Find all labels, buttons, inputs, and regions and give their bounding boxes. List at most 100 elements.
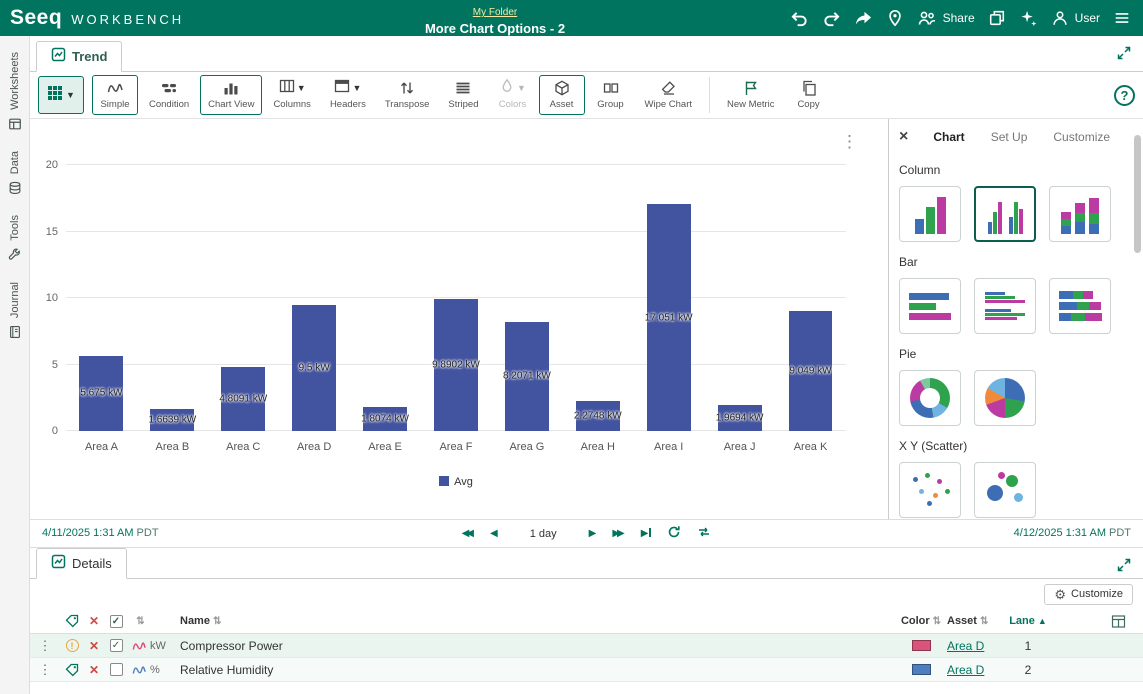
pan-back-far-icon[interactable]: ◀◀ (462, 529, 474, 539)
columns-button[interactable]: ▼ Columns (265, 75, 319, 115)
name-column-header[interactable]: Name (180, 615, 210, 627)
sort-icon[interactable]: ⇅ (213, 616, 221, 627)
range-end[interactable]: 4/12/2025 1:31 AMPDT (1014, 527, 1131, 539)
item-name[interactable]: Compressor Power (180, 639, 895, 653)
column-chart-thumb-2[interactable] (974, 186, 1036, 242)
share-label[interactable]: Share (943, 11, 975, 25)
table-row[interactable]: ⋮ ! ✕ ✓ kW Compressor Power Area D 1 (30, 634, 1143, 658)
bar-chart-thumb-3[interactable] (1049, 278, 1111, 334)
color-column-header[interactable]: Color⇅ (895, 615, 947, 627)
donut-chart-thumb[interactable] (899, 370, 961, 426)
color-swatch[interactable] (912, 664, 931, 675)
table-row[interactable]: ⋮ ✕ % Relative Humidity Area D 2 (30, 658, 1143, 682)
expand-details-icon[interactable] (1117, 558, 1131, 577)
sidebar-item-journal[interactable]: Journal (8, 282, 22, 344)
asset-button[interactable]: Asset (539, 75, 585, 115)
windows-icon[interactable] (988, 9, 1006, 27)
bar-area-j[interactable]: 1.9694 kW (718, 405, 762, 431)
pan-forward-icon[interactable]: ▶ (589, 529, 597, 539)
scatter-chart-thumb-1[interactable] (899, 462, 961, 518)
sidebar-item-data[interactable]: Data (8, 151, 22, 200)
sidebar-item-tools[interactable]: Tools (8, 215, 22, 267)
wipe-chart-button[interactable]: Wipe Chart (637, 75, 701, 115)
group-button[interactable]: Group (588, 75, 634, 115)
sparkle-icon[interactable] (1019, 9, 1038, 28)
bar-area-g[interactable]: 8.2071 kW (505, 322, 549, 431)
redo-icon[interactable] (822, 9, 841, 28)
tab-chart[interactable]: Chart (920, 125, 977, 149)
asset-column-header[interactable]: Asset⇅ (947, 615, 1003, 627)
bar-area-i[interactable]: 17.051 kW (647, 204, 691, 431)
new-metric-button[interactable]: New Metric (719, 75, 783, 115)
row-checkbox[interactable]: ✓ (110, 639, 123, 652)
lane-column-header[interactable]: Lane▲ (1003, 615, 1053, 627)
bar-chart-thumb-1[interactable] (899, 278, 961, 334)
pan-forward-far-icon[interactable]: ▶▶ (612, 529, 624, 539)
bar-area-b[interactable]: 1.6639 kW (150, 409, 194, 431)
condition-button[interactable]: Condition (141, 75, 197, 115)
colors-button[interactable]: ▼ Colors (490, 75, 536, 115)
sort-icon[interactable]: ⇅ (136, 616, 144, 627)
row-menu-icon[interactable]: ⋮ (30, 662, 60, 678)
bar-area-a[interactable]: 5.675 kW (79, 356, 123, 431)
tag-icon[interactable] (60, 614, 84, 628)
striped-button[interactable]: Striped (440, 75, 486, 115)
pan-back-icon[interactable]: ◀ (490, 529, 498, 539)
hamburger-menu-icon[interactable] (1113, 9, 1131, 27)
auto-update-icon[interactable] (697, 525, 711, 542)
asset-link[interactable]: Area D (947, 639, 984, 653)
skip-to-now-icon[interactable]: ▶ (641, 528, 652, 539)
pie-chart-thumb[interactable] (974, 370, 1036, 426)
bar-area-k[interactable]: 9.049 kW (789, 311, 833, 431)
bubble-chart-thumb[interactable] (974, 462, 1036, 518)
chart-legend[interactable]: Avg (66, 476, 846, 488)
breadcrumb[interactable]: My Folder (473, 7, 517, 18)
bar-area-d[interactable]: 9.5 kW (292, 305, 336, 431)
tab-customize[interactable]: Customize (1040, 125, 1123, 149)
row-menu-icon[interactable]: ⋮ (30, 638, 60, 654)
range-start[interactable]: 4/11/2025 1:31 AMPDT (42, 527, 159, 539)
color-swatch[interactable] (912, 640, 931, 651)
user-label[interactable]: User (1075, 11, 1100, 25)
copy-button[interactable]: Copy (786, 75, 832, 115)
column-chart-thumb-1[interactable] (899, 186, 961, 242)
remove-all-icon[interactable]: ✕ (84, 614, 104, 628)
bar-area-f[interactable]: 9.8902 kW (434, 299, 478, 431)
tab-set-up[interactable]: Set Up (978, 125, 1041, 149)
panel-scrollbar[interactable] (1134, 135, 1141, 253)
help-icon[interactable]: ? (1114, 85, 1135, 106)
sidebar-item-worksheets[interactable]: Worksheets (8, 52, 22, 136)
duration-label[interactable]: 1 day (530, 528, 557, 540)
asset-link[interactable]: Area D (947, 663, 984, 677)
table-settings-icon[interactable] (1103, 614, 1133, 629)
view-selector-button[interactable]: ▼ (38, 76, 84, 114)
forward-icon[interactable] (854, 9, 873, 28)
remove-icon[interactable]: ✕ (84, 639, 104, 653)
column-chart-thumb-3[interactable] (1049, 186, 1111, 242)
tag-icon[interactable] (60, 663, 84, 677)
headers-button[interactable]: ▼ Headers (322, 75, 374, 115)
share-people-icon[interactable] (917, 9, 937, 27)
refresh-icon[interactable] (667, 525, 681, 542)
customize-button[interactable]: ⚙ Customize (1044, 584, 1133, 605)
item-name[interactable]: Relative Humidity (180, 663, 895, 677)
warning-icon[interactable]: ! (66, 639, 79, 652)
chart-context-menu-icon[interactable]: ⋮ (841, 133, 858, 150)
transpose-button[interactable]: Transpose (377, 75, 438, 115)
close-icon[interactable]: × (899, 129, 908, 145)
user-icon[interactable] (1051, 9, 1069, 27)
bar-area-c[interactable]: 4.8091 kW (221, 367, 265, 431)
tab-details[interactable]: Details (36, 548, 127, 579)
bar-area-e[interactable]: 1.8074 kW (363, 407, 407, 431)
bar-chart-thumb-2[interactable] (974, 278, 1036, 334)
location-pin-icon[interactable] (886, 9, 904, 27)
simple-button[interactable]: Simple (92, 75, 138, 115)
bar-area-h[interactable]: 2.2748 kW (576, 401, 620, 431)
tab-trend[interactable]: Trend (36, 41, 122, 72)
row-checkbox[interactable] (110, 663, 123, 676)
undo-icon[interactable] (790, 9, 809, 28)
expand-trend-icon[interactable] (1117, 46, 1131, 65)
select-all-checkbox[interactable]: ✓ (110, 615, 123, 628)
chart-view-button[interactable]: Chart View (200, 75, 262, 115)
remove-icon[interactable]: ✕ (84, 663, 104, 677)
